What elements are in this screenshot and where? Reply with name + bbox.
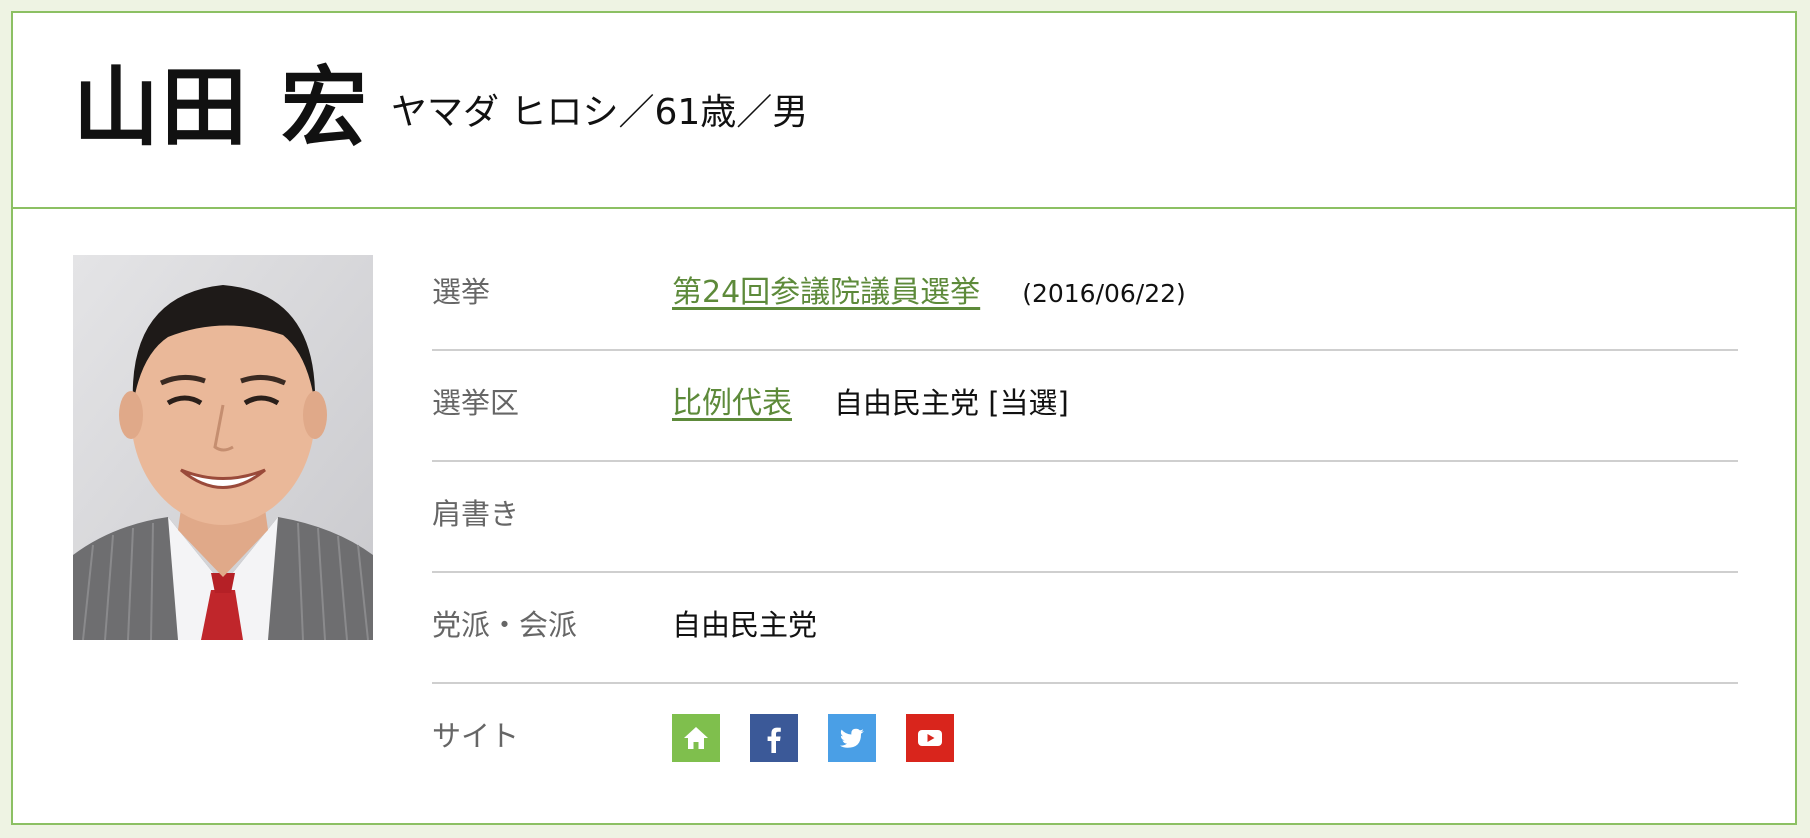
row-site: サイト: [432, 684, 1738, 795]
row-title: 肩書き: [432, 462, 1738, 573]
district-link[interactable]: 比例代表: [672, 389, 792, 419]
candidate-photo: [73, 255, 373, 640]
facebook-icon[interactable]: [750, 714, 798, 762]
profile-details: 選挙 第24回参議院議員選挙 (2016/06/22) 選挙区 比例代表 自由民…: [432, 240, 1738, 795]
twitter-icon[interactable]: [828, 714, 876, 762]
candidate-kana-age-gender: ヤマダ ヒロシ／61歳／男: [391, 92, 809, 133]
candidate-name: 山田 宏: [73, 58, 369, 158]
row-election: 選挙 第24回参議院議員選挙 (2016/06/22): [432, 240, 1738, 351]
label-election: 選挙: [432, 275, 491, 309]
profile-header: 山田 宏 ヤマダ ヒロシ／61歳／男: [13, 13, 1795, 209]
site-icons: [672, 714, 954, 762]
home-icon[interactable]: [672, 714, 720, 762]
label-district: 選挙区: [432, 386, 520, 420]
profile-card: 山田 宏 ヤマダ ヒロシ／61歳／男 選挙 第24回参議院議員選挙 (2016/…: [11, 11, 1797, 825]
label-title: 肩書き: [432, 497, 520, 531]
election-link[interactable]: 第24回参議院議員選挙: [672, 278, 980, 308]
value-district: 比例代表 自由民主党 [当選]: [672, 389, 1069, 419]
row-party: 党派・会派 自由民主党: [432, 573, 1738, 684]
district-party-result: 自由民主党 [当選]: [834, 386, 1069, 420]
label-party: 党派・会派: [432, 608, 578, 642]
label-site: サイト: [432, 719, 520, 753]
election-date: (2016/06/22): [1022, 279, 1186, 308]
row-district: 選挙区 比例代表 自由民主党 [当選]: [432, 351, 1738, 462]
youtube-icon[interactable]: [906, 714, 954, 762]
value-party: 自由民主党: [672, 608, 818, 642]
value-election: 第24回参議院議員選挙 (2016/06/22): [672, 278, 1186, 308]
